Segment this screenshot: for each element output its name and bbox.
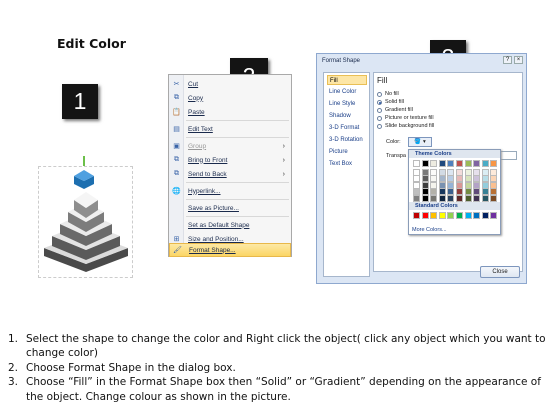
option-solid-fill[interactable]: Solid fill: [377, 99, 404, 105]
size-icon: ⊞: [173, 236, 180, 243]
theme-color-swatch[interactable]: [421, 195, 429, 202]
radio-icon: [377, 115, 382, 121]
category-fill[interactable]: Fill: [327, 75, 367, 85]
menu-item-bring-to-front[interactable]: ⧉ Bring to Front ›: [169, 153, 291, 167]
theme-color-swatch[interactable]: [413, 160, 420, 167]
menu-item-copy[interactable]: ⧉ Copy: [169, 91, 291, 105]
standard-color-swatch[interactable]: [421, 212, 429, 219]
slide-title: Edit Color: [57, 36, 126, 51]
standard-color-swatch[interactable]: [430, 212, 438, 219]
menu-item-set-default-shape[interactable]: Set as Default Shape: [169, 218, 291, 232]
option-no-fill[interactable]: No fill: [377, 91, 399, 97]
edit-text-icon: ▤: [173, 126, 180, 133]
theme-color-swatch[interactable]: [490, 195, 498, 202]
color-dropdown-button[interactable]: 🪣 ▾: [408, 137, 432, 147]
group-icon: ▣: [173, 143, 180, 150]
theme-color-swatch[interactable]: [413, 195, 420, 202]
submenu-arrow-icon: ›: [282, 142, 285, 150]
submenu-arrow-icon: ›: [282, 170, 285, 178]
category-text-box[interactable]: Text Box: [327, 159, 367, 169]
theme-color-swatch[interactable]: [473, 160, 481, 167]
menu-item-hyperlink[interactable]: 🌐 Hyperlink...: [169, 184, 291, 198]
theme-color-swatch[interactable]: [473, 195, 481, 202]
menu-item-format-shape[interactable]: 🖌 Format Shape...: [169, 243, 291, 257]
color-palette: Theme Colors Standard Colors More Colors…: [408, 149, 501, 235]
submenu-arrow-icon: ›: [282, 156, 285, 164]
standard-color-swatch[interactable]: [473, 212, 481, 219]
close-button[interactable]: Close: [480, 266, 520, 278]
more-colors-link[interactable]: More Colors...: [412, 227, 447, 233]
menu-item-cut[interactable]: ✂ Cut: [169, 77, 291, 91]
menu-item-edit-text[interactable]: ▤ Edit Text: [169, 122, 291, 136]
close-icon[interactable]: ×: [514, 56, 523, 64]
bring-front-icon: ⧉: [174, 156, 179, 163]
transparency-label: Transpa: [386, 153, 406, 159]
hyperlink-icon: 🌐: [172, 188, 181, 195]
standard-colors-header: Standard Colors: [409, 202, 500, 210]
standard-color-swatch[interactable]: [438, 212, 446, 219]
category-3d-format[interactable]: 3-D Format: [327, 123, 367, 133]
dialog-title: Format Shape: [322, 57, 361, 64]
theme-color-swatch[interactable]: [447, 195, 455, 202]
standard-color-swatch[interactable]: [464, 212, 472, 219]
category-line-color[interactable]: Line Color: [327, 87, 367, 97]
format-shape-dialog: Format Shape ? × Fill Line Color Line St…: [316, 53, 527, 284]
theme-color-swatch[interactable]: [438, 160, 446, 167]
format-shape-icon: 🖌: [173, 247, 182, 254]
theme-color-swatch[interactable]: [421, 160, 429, 167]
theme-color-swatch[interactable]: [447, 160, 455, 167]
theme-color-swatch[interactable]: [481, 195, 489, 202]
theme-colors-header: Theme Colors: [409, 150, 500, 158]
instruction-step: 2. Choose Format Shape in the dialog box.: [8, 361, 236, 374]
category-shadow[interactable]: Shadow: [327, 111, 367, 121]
menu-item-save-as-picture[interactable]: Save as Picture...: [169, 201, 291, 215]
standard-color-swatch[interactable]: [413, 212, 420, 219]
transparency-spinner[interactable]: [500, 151, 517, 160]
copy-icon: ⧉: [174, 94, 179, 101]
radio-icon: [377, 91, 382, 97]
instruction-step: 1. Select the shape to change the color a…: [8, 333, 546, 360]
paste-icon: 📋: [172, 109, 181, 116]
theme-color-swatch[interactable]: [456, 160, 463, 167]
paint-bucket-icon: 🪣: [414, 139, 422, 145]
category-3d-rotation[interactable]: 3-D Rotation: [327, 135, 367, 145]
standard-color-swatch[interactable]: [490, 212, 498, 219]
radio-selected-icon: [377, 99, 382, 105]
theme-color-swatch[interactable]: [430, 195, 438, 202]
option-picture-fill[interactable]: Picture or texture fill: [377, 115, 434, 121]
category-list: Fill Line Color Line Style Shadow 3-D Fo…: [323, 72, 370, 277]
radio-icon: [377, 107, 382, 113]
step-badge-1: 1: [62, 84, 98, 119]
category-line-style[interactable]: Line Style: [327, 99, 367, 109]
context-menu: ✂ Cut ⧉ Copy 📋 Paste ▤ Edit Text ▣ Group › ⧉ Br…: [168, 74, 292, 257]
category-picture[interactable]: Picture: [327, 147, 367, 157]
standard-color-swatch[interactable]: [456, 212, 463, 219]
instructions-list: 1. Select the shape to change the color a…: [8, 332, 548, 404]
theme-color-swatch[interactable]: [464, 160, 472, 167]
instruction-step: 3. Choose “Fill” in the Format Shape box …: [8, 376, 541, 403]
help-icon[interactable]: ?: [503, 56, 512, 64]
send-back-icon: ⧉: [174, 170, 179, 177]
standard-color-swatch[interactable]: [447, 212, 455, 219]
standard-color-swatch[interactable]: [481, 212, 489, 219]
option-gradient-fill[interactable]: Gradient fill: [377, 107, 413, 113]
menu-item-send-to-back[interactable]: ⧉ Send to Back ›: [169, 167, 291, 181]
chevron-down-icon: ▾: [423, 139, 426, 145]
scissors-icon: ✂: [173, 81, 180, 88]
theme-color-swatch[interactable]: [456, 195, 463, 202]
color-label: Color:: [386, 139, 401, 145]
menu-item-group[interactable]: ▣ Group ›: [169, 139, 291, 153]
theme-color-swatch[interactable]: [430, 160, 438, 167]
pane-heading: Fill: [377, 76, 388, 85]
theme-color-swatch[interactable]: [481, 160, 489, 167]
theme-color-swatch[interactable]: [464, 195, 472, 202]
pyramid-shape[interactable]: [38, 156, 134, 276]
theme-color-swatch[interactable]: [438, 195, 446, 202]
option-background-fill[interactable]: Slide background fill: [377, 123, 434, 129]
menu-item-paste[interactable]: 📋 Paste: [169, 105, 291, 119]
fill-pane: Fill No fill Solid fill Gradient fill Pi…: [373, 72, 523, 272]
radio-icon: [377, 123, 382, 129]
theme-color-swatch[interactable]: [490, 160, 498, 167]
